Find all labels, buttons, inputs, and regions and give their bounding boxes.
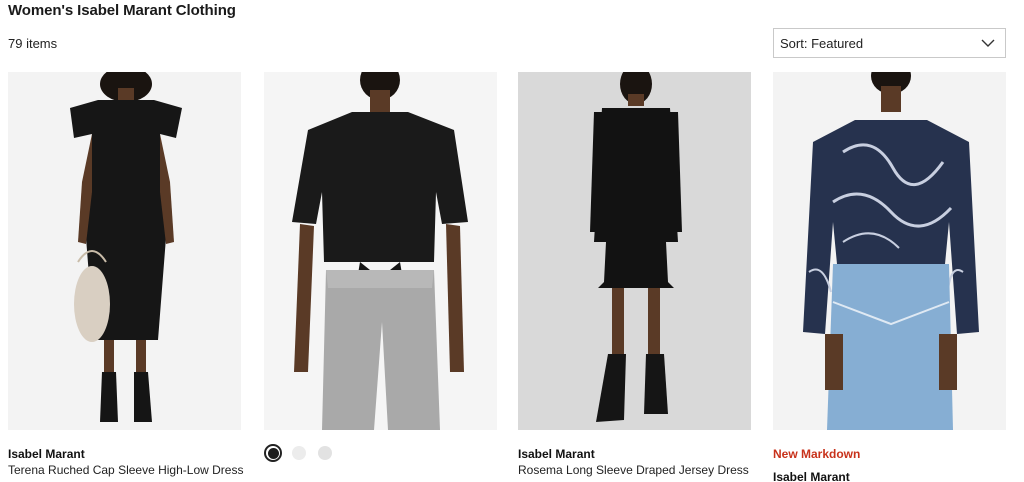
product-name[interactable]: Terena Ruched Cap Sleeve High-Low Dress xyxy=(8,462,243,479)
item-count: 79 items xyxy=(8,36,58,51)
sort-dropdown-label: Sort: Featured xyxy=(780,35,864,51)
product-grid: Isabel Marant Terena Ruched Cap Sleeve H… xyxy=(0,72,1024,482)
markdown-badge: New Markdown xyxy=(773,447,861,461)
product-card[interactable]: New Markdown Isabel Marant xyxy=(773,72,1006,482)
page-title: Women's Isabel Marant Clothing xyxy=(8,2,236,19)
product-image[interactable] xyxy=(518,72,751,430)
chevron-down-icon xyxy=(981,39,995,47)
product-info: New Markdown Isabel Marant xyxy=(773,446,1006,482)
color-swatch-black[interactable] xyxy=(264,444,282,462)
sort-dropdown[interactable]: Sort: Featured xyxy=(773,28,1006,58)
color-swatch-gray[interactable] xyxy=(316,444,334,462)
product-image[interactable] xyxy=(8,72,241,430)
color-swatches xyxy=(264,444,334,462)
product-image[interactable] xyxy=(264,72,497,430)
product-brand[interactable]: Isabel Marant xyxy=(773,469,1006,482)
product-card[interactable]: Isabel Marant Rosema Long Sleeve Draped … xyxy=(518,72,751,482)
product-brand[interactable]: Isabel Marant xyxy=(518,446,751,462)
product-info: Isabel Marant Rosema Long Sleeve Draped … xyxy=(518,446,751,479)
color-swatch-light[interactable] xyxy=(290,444,308,462)
product-card[interactable]: Isabel Marant Terena Ruched Cap Sleeve H… xyxy=(8,72,243,482)
product-brand[interactable]: Isabel Marant xyxy=(8,446,241,462)
product-info: Isabel Marant Terena Ruched Cap Sleeve H… xyxy=(8,446,243,479)
product-listing-page: Women's Isabel Marant Clothing 79 items … xyxy=(0,0,1024,482)
product-name[interactable]: Rosema Long Sleeve Draped Jersey Dress xyxy=(518,462,751,479)
product-image[interactable] xyxy=(773,72,1006,430)
product-card[interactable] xyxy=(264,72,497,482)
